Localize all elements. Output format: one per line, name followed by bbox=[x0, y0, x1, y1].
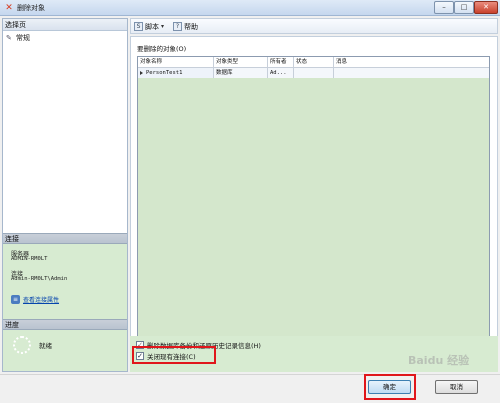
toolbar: S 脚本 ▾ ? 帮助 bbox=[130, 18, 498, 34]
column-header-status[interactable]: 状态 bbox=[294, 57, 334, 67]
progress-status: 就绪 bbox=[39, 342, 52, 350]
properties-icon: ≡ bbox=[11, 295, 20, 304]
view-connection-properties[interactable]: ≡ 查看连接属性 bbox=[11, 295, 59, 304]
cell-owner: Ad... bbox=[268, 68, 294, 78]
cell-type: 数据库 bbox=[214, 68, 268, 78]
close-button[interactable]: ✕ bbox=[474, 1, 498, 14]
script-icon: S bbox=[134, 22, 143, 31]
progress-section: 进度 就绪 bbox=[3, 319, 127, 371]
close-connections-highlight bbox=[132, 346, 216, 364]
minimize-button[interactable]: – bbox=[434, 1, 454, 14]
progress-spinner-icon bbox=[13, 336, 31, 354]
page-item-label: 常规 bbox=[16, 34, 30, 42]
connection-value: Admin-RM0LT\Admin bbox=[11, 276, 68, 282]
select-page-header: 选择页 bbox=[3, 19, 127, 31]
help-label: 帮助 bbox=[184, 22, 198, 31]
page-icon: ✎ bbox=[6, 34, 12, 42]
ok-button-highlight bbox=[364, 374, 416, 400]
cell-message bbox=[334, 68, 489, 78]
page-item-general[interactable]: ✎ 常规 bbox=[6, 33, 30, 43]
maximize-button[interactable]: □ bbox=[454, 1, 474, 14]
column-header-message[interactable]: 消息 bbox=[334, 57, 489, 67]
grid-header: 对象名称 对象类型 所有者 状态 消息 bbox=[138, 57, 489, 68]
connection-section: 连接 服务器 ADMIN-RM0LT 连接 Admin-RM0LT\Admin … bbox=[3, 233, 127, 319]
server-value: ADMIN-RM0LT bbox=[11, 256, 48, 262]
cell-status bbox=[294, 68, 334, 78]
script-label: 脚本 bbox=[145, 22, 159, 31]
main-panel: 要删除的对象(O) 对象名称 对象类型 所有者 状态 消息 PersonTest… bbox=[130, 36, 498, 372]
objects-grid[interactable]: 对象名称 对象类型 所有者 状态 消息 PersonTest1 数据库 Ad..… bbox=[137, 56, 490, 362]
watermark: Baidu 经验 bbox=[408, 354, 470, 367]
cell-name: PersonTest1 bbox=[138, 68, 214, 78]
table-row[interactable]: PersonTest1 数据库 Ad... bbox=[138, 68, 489, 78]
x-mark-icon: ✕ bbox=[5, 3, 13, 13]
window-title: 删除对象 bbox=[17, 4, 45, 12]
title-bar: ✕ 删除对象 – □ ✕ bbox=[0, 0, 500, 16]
view-connection-properties-link[interactable]: 查看连接属性 bbox=[23, 295, 59, 304]
help-button[interactable]: ? 帮助 bbox=[173, 21, 198, 32]
chevron-down-icon[interactable]: ▾ bbox=[161, 23, 164, 30]
row-pointer-icon bbox=[140, 71, 143, 75]
cancel-button[interactable]: 取消 bbox=[435, 380, 478, 394]
objects-to-delete-label: 要删除的对象(O) bbox=[137, 45, 187, 53]
column-header-type[interactable]: 对象类型 bbox=[214, 57, 268, 67]
script-button[interactable]: S 脚本 ▾ bbox=[134, 21, 164, 32]
dialog-footer bbox=[0, 374, 500, 403]
help-icon: ? bbox=[173, 22, 182, 31]
column-header-owner[interactable]: 所有者 bbox=[268, 57, 294, 67]
select-page-pane: 选择页 ✎ 常规 连接 服务器 ADMIN-RM0LT 连接 Admin-RM0… bbox=[2, 18, 128, 372]
progress-header: 进度 bbox=[3, 319, 127, 330]
connection-header: 连接 bbox=[3, 233, 127, 244]
column-header-name[interactable]: 对象名称 bbox=[138, 57, 214, 67]
